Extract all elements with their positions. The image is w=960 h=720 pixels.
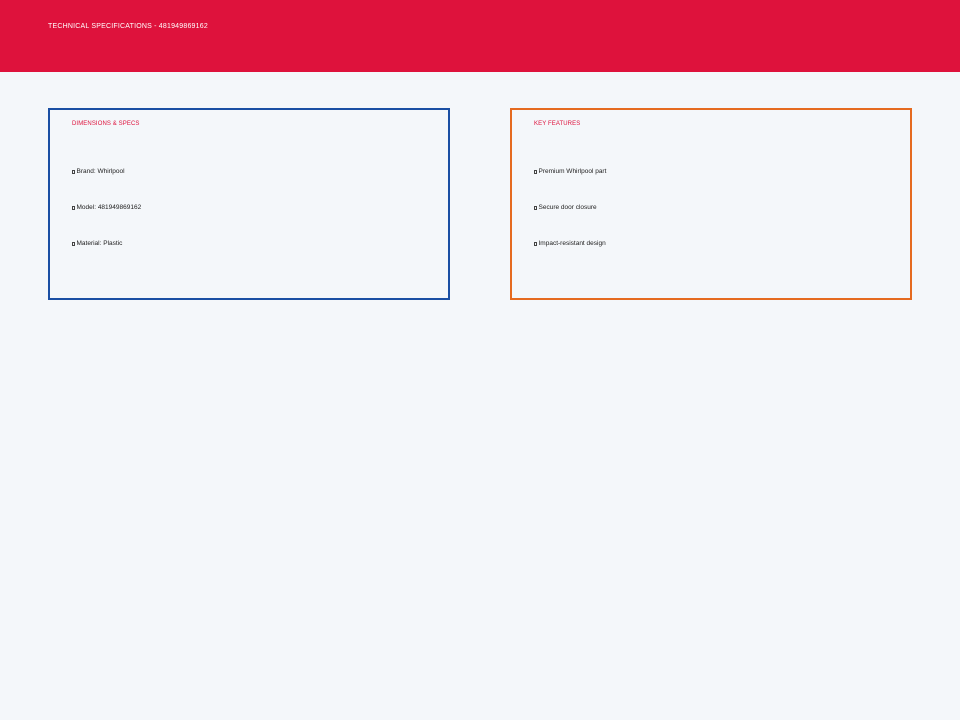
bullet-icon bbox=[72, 241, 75, 246]
list-item-label: Secure door closure bbox=[538, 204, 597, 211]
list-item: Brand: Whirlpool bbox=[72, 168, 125, 175]
features-card-title: KEY FEATURES bbox=[534, 121, 581, 127]
bullet-icon bbox=[534, 241, 537, 246]
list-item: Model: 481949869162 bbox=[72, 204, 141, 211]
bullet-icon bbox=[72, 169, 75, 174]
page-title: TECHNICAL SPECIFICATIONS - 481949869162 bbox=[48, 23, 208, 30]
list-item-label: Model: 481949869162 bbox=[76, 204, 142, 211]
list-item-label: Premium Whirlpool part bbox=[538, 168, 607, 175]
list-item: Secure door closure bbox=[534, 204, 597, 211]
specs-card: DIMENSIONS & SPECS Brand: Whirlpool Mode… bbox=[48, 108, 450, 300]
specs-card-title: DIMENSIONS & SPECS bbox=[72, 121, 140, 127]
list-item: Impact-resistant design bbox=[534, 240, 606, 247]
list-item: Material: Plastic bbox=[72, 240, 122, 247]
list-item-label: Brand: Whirlpool bbox=[76, 168, 125, 175]
list-item: Premium Whirlpool part bbox=[534, 168, 606, 175]
list-item-label: Material: Plastic bbox=[76, 240, 123, 247]
bullet-icon bbox=[72, 205, 75, 210]
bullet-icon bbox=[534, 169, 537, 174]
features-card: KEY FEATURES Premium Whirlpool part Secu… bbox=[510, 108, 912, 300]
list-item-label: Impact-resistant design bbox=[538, 240, 606, 247]
bullet-icon bbox=[534, 205, 537, 210]
page-header: TECHNICAL SPECIFICATIONS - 481949869162 bbox=[0, 0, 960, 72]
